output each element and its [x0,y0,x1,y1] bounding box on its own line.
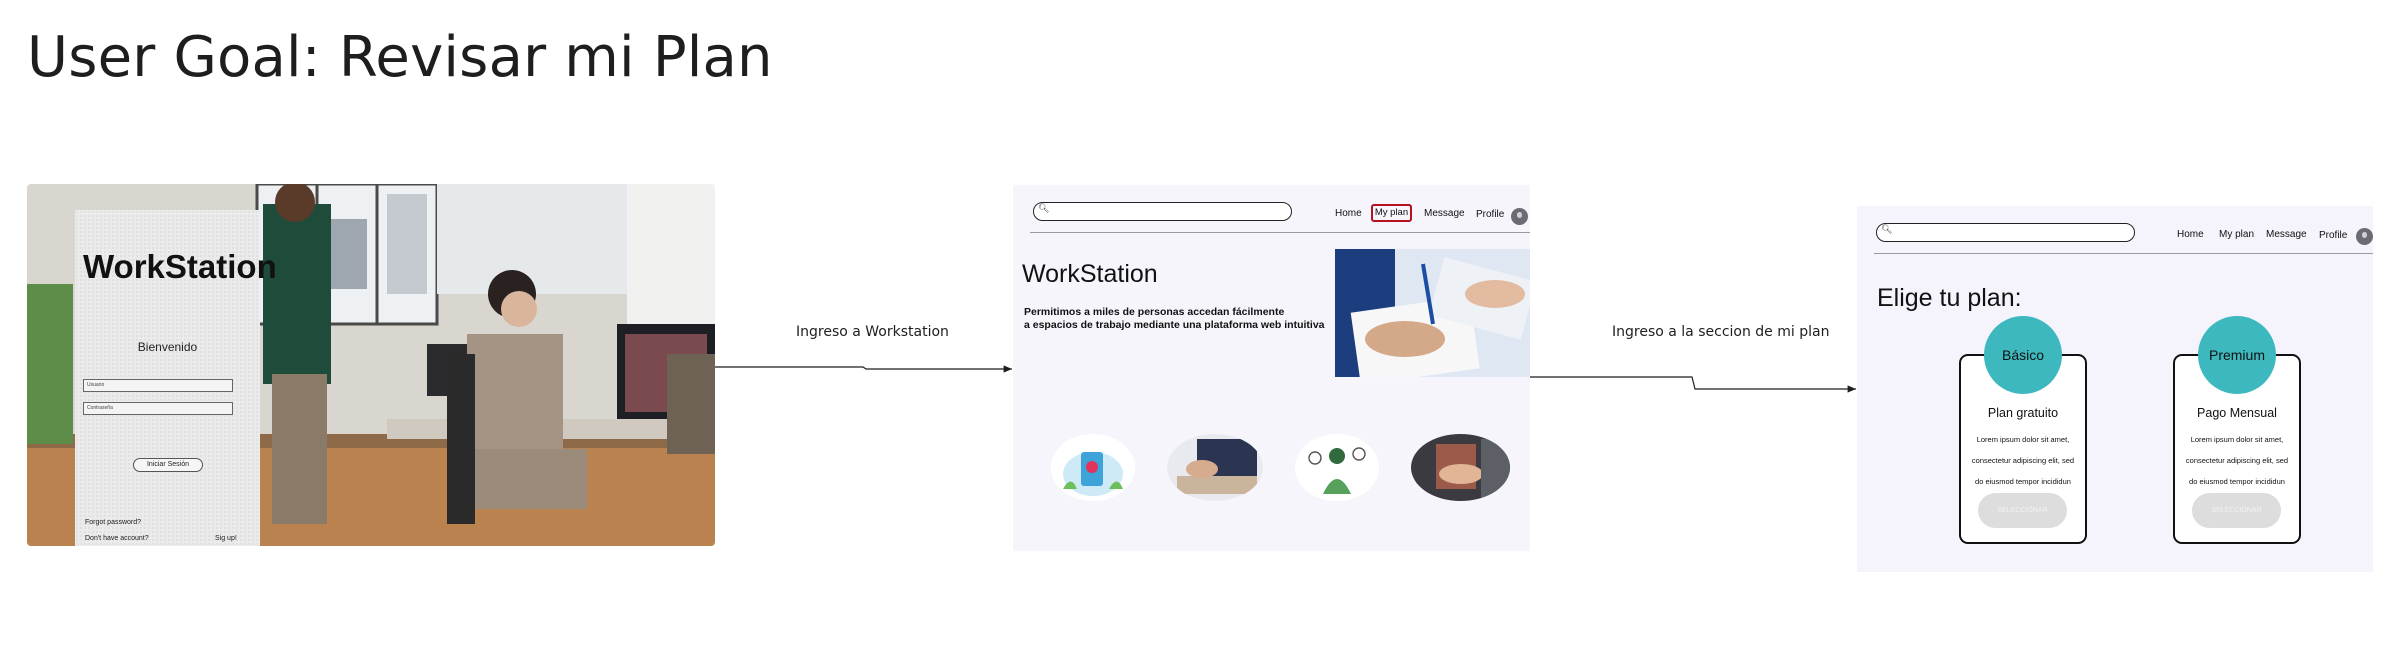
connector-label-1: Ingreso a Workstation [796,324,949,340]
search-icon: 🔍︎ [1881,225,1893,235]
plans-nav-my-plan[interactable]: My plan [2219,229,2254,240]
hero-contract-image [1335,249,1530,377]
select-plan-button[interactable]: SELECCIONAR [2192,493,2281,528]
login-screen: WorkStation Bienvenido Usuario Contraseñ… [27,184,715,546]
forgot-password-link[interactable]: Forgot password? [85,519,141,526]
plans-nav-message[interactable]: Message [2266,229,2307,240]
home-brand: WorkStation [1022,260,1158,288]
feature-image-location [1051,434,1135,501]
plan-name: Pago Mensual [2197,406,2277,420]
nav-message[interactable]: Message [1424,208,1465,219]
connector-arrow-2 [1530,376,1856,393]
feature-image-handshake [1411,434,1510,501]
login-card: WorkStation Bienvenido Usuario Contraseñ… [75,210,277,546]
plans-search-bar[interactable]: 🔍︎ [1876,223,2135,242]
search-icon: 🔍︎ [1038,204,1050,214]
plan-badge-basic: Básico [1984,316,2062,394]
password-field[interactable]: Contraseña [83,402,233,415]
home-screen: 🔍︎ Home My plan Message Profile WorkStat… [1013,185,1530,551]
home-tagline-1: Permitimos a miles de personas accedan f… [1024,306,1285,318]
login-brand: WorkStation [83,248,277,285]
feature-image-business [1295,434,1379,501]
connector-label-2: Ingreso a la seccion de mi plan [1612,324,1830,340]
plans-nav-profile[interactable]: Profile [2319,230,2347,241]
nav-my-plan-highlighted[interactable]: My plan [1371,204,1412,222]
search-bar[interactable]: 🔍︎ [1033,202,1292,221]
plans-screen: 🔍︎ Home My plan Message Profile Elige tu… [1857,206,2373,572]
no-account-text: Don't have account? [85,535,149,542]
nav-home[interactable]: Home [1335,208,1362,219]
plans-header-divider [1874,253,2373,254]
connector-arrow-1 [715,365,1012,373]
plans-nav-home[interactable]: Home [2177,229,2204,240]
plan-description: Lorem ipsum dolor sit amet, consectetur … [2185,435,2289,486]
header-divider [1030,232,1530,233]
username-field[interactable]: Usuario [83,379,233,392]
signup-link[interactable]: Sig up! [215,535,237,542]
plans-heading: Elige tu plan: [1877,284,2022,312]
feature-image-laptop [1167,434,1263,501]
login-button[interactable]: Iniciar Sesión [133,458,203,472]
plan-description: Lorem ipsum dolor sit amet, consectetur … [1971,435,2075,486]
plan-name: Plan gratuito [1987,406,2059,420]
home-tagline-2: a espacios de trabajo mediante una plata… [1024,319,1325,331]
nav-profile[interactable]: Profile [1476,209,1504,220]
plans-profile-avatar-icon[interactable] [2356,228,2373,245]
plan-badge-premium: Premium [2198,316,2276,394]
profile-avatar-icon[interactable] [1511,208,1528,225]
select-plan-button[interactable]: SELECCIONAR [1978,493,2067,528]
login-welcome: Bienvenido [137,340,198,354]
